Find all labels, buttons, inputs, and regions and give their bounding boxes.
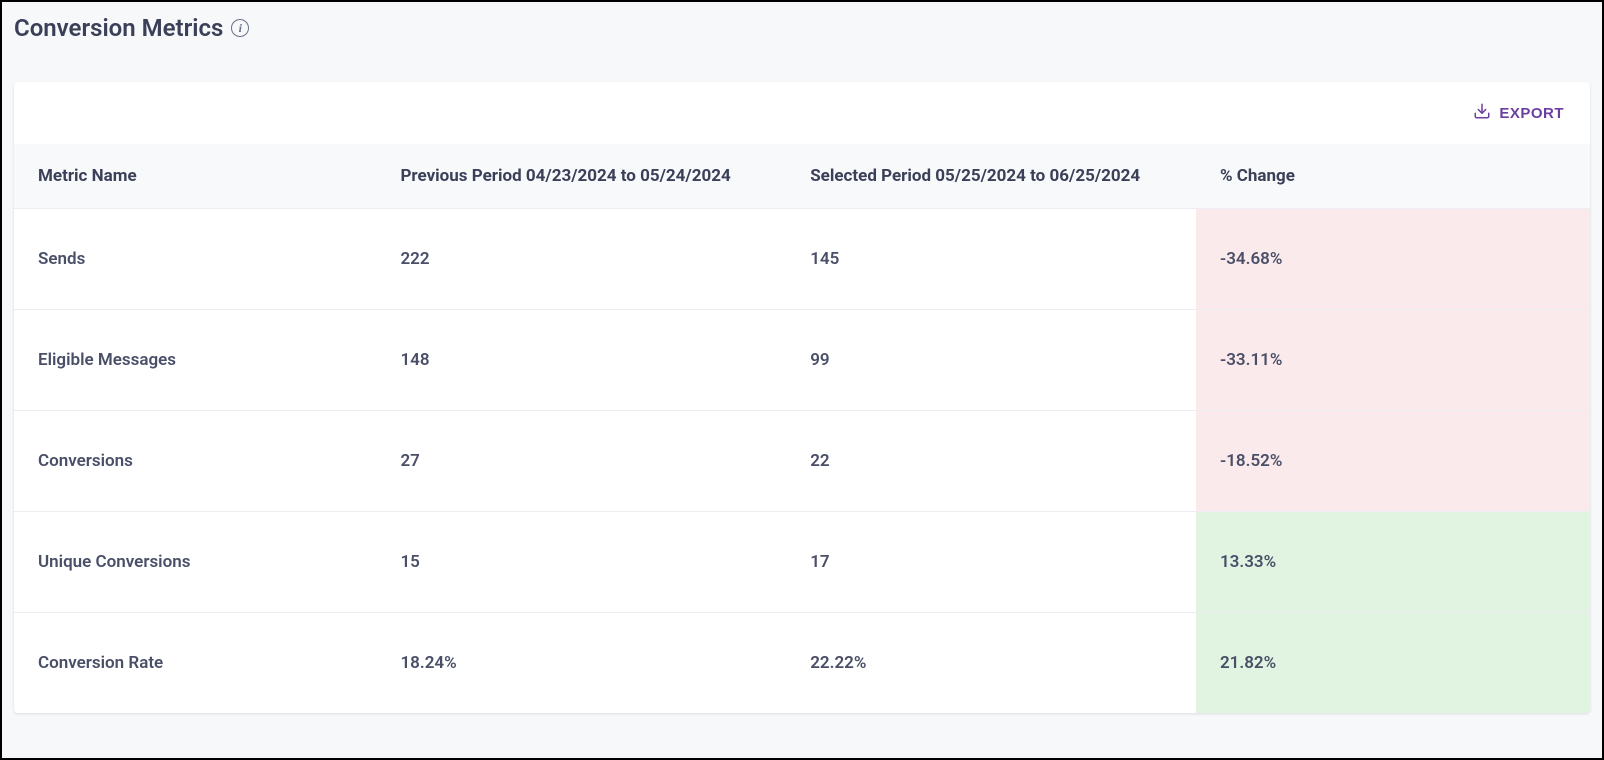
percent-change-cell: 21.82%	[1196, 613, 1590, 714]
table-row: Conversions2722-18.52%	[14, 411, 1590, 512]
selected-period-cell: 99	[786, 310, 1196, 411]
metric-name-cell: Sends	[14, 209, 376, 310]
previous-period-cell: 222	[376, 209, 786, 310]
conversion-metrics-table: Metric Name Previous Period 04/23/2024 t…	[14, 144, 1590, 713]
selected-period-cell: 17	[786, 512, 1196, 613]
previous-period-cell: 15	[376, 512, 786, 613]
selected-period-cell: 145	[786, 209, 1196, 310]
metrics-card: EXPORT Metric Name Previous Period 04/23…	[14, 82, 1590, 713]
table-row: Unique Conversions151713.33%	[14, 512, 1590, 613]
table-row: Sends222145-34.68%	[14, 209, 1590, 310]
info-icon[interactable]: i	[231, 19, 249, 37]
export-button[interactable]: EXPORT	[1471, 98, 1566, 128]
col-header-change: % Change	[1196, 144, 1590, 209]
selected-period-cell: 22	[786, 411, 1196, 512]
page-title: Conversion Metrics	[14, 14, 223, 42]
percent-change-cell: -33.11%	[1196, 310, 1590, 411]
col-header-previous: Previous Period 04/23/2024 to 05/24/2024	[376, 144, 786, 209]
previous-period-cell: 148	[376, 310, 786, 411]
download-icon	[1473, 102, 1491, 124]
metric-name-cell: Conversion Rate	[14, 613, 376, 714]
percent-change-cell: 13.33%	[1196, 512, 1590, 613]
metric-name-cell: Unique Conversions	[14, 512, 376, 613]
metric-name-cell: Eligible Messages	[14, 310, 376, 411]
export-button-label: EXPORT	[1499, 105, 1564, 122]
previous-period-cell: 18.24%	[376, 613, 786, 714]
table-row: Eligible Messages14899-33.11%	[14, 310, 1590, 411]
selected-period-cell: 22.22%	[786, 613, 1196, 714]
metric-name-cell: Conversions	[14, 411, 376, 512]
col-header-metric: Metric Name	[14, 144, 376, 209]
table-header-row: Metric Name Previous Period 04/23/2024 t…	[14, 144, 1590, 209]
percent-change-cell: -18.52%	[1196, 411, 1590, 512]
previous-period-cell: 27	[376, 411, 786, 512]
percent-change-cell: -34.68%	[1196, 209, 1590, 310]
col-header-selected: Selected Period 05/25/2024 to 06/25/2024	[786, 144, 1196, 209]
table-row: Conversion Rate18.24%22.22%21.82%	[14, 613, 1590, 714]
